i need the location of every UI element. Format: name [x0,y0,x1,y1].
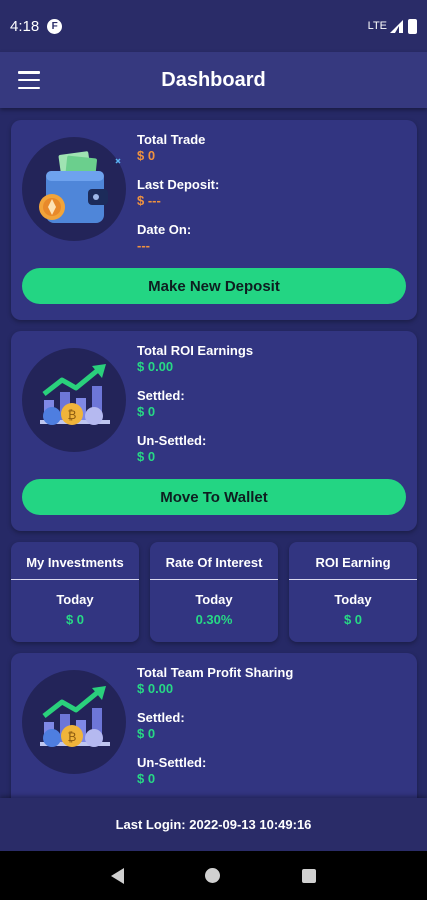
roi-title-label: Total ROI Earnings [137,343,254,358]
team-title-label: Total Team Profit Sharing [137,665,294,680]
team-unsettled-label: Un-Settled: [137,755,207,770]
battery-icon [408,18,417,34]
date-on-value: --- [137,238,150,253]
team-title-value: $ 0.00 [137,681,174,696]
total-trade-value: $ 0 [137,148,156,163]
dashboard-content[interactable]: Total Trade $ 0 Last Deposit: $ --- Date… [0,108,427,798]
notification-icon: F [47,18,63,34]
status-bar: 4:18 F LTE [0,0,427,52]
svg-text:₿: ₿ [68,730,77,744]
team-unsettled-value: $ 0 [137,771,156,786]
roi-unsettled-value: $ 0 [137,449,156,464]
last-deposit-label: Last Deposit: [137,177,220,192]
date-on-label: Date On: [137,222,192,237]
back-icon[interactable] [110,867,124,884]
last-login-footer: Last Login: 2022-09-13 10:49:16 [0,798,427,851]
home-icon[interactable] [205,868,221,883]
growth-chart-icon: ₿ [22,348,126,452]
roi-unsettled-label: Un-Settled: [137,433,207,448]
stat-roi-earning: ROI Earning Today $ 0 [289,542,417,642]
roi-earnings-card: ₿ Total ROI Earnings $ 0.00 Settled: $ 0… [11,331,417,531]
last-deposit-value: $ --- [137,193,161,208]
status-time: 4:18 [10,17,40,35]
stat-title: My Investments [11,542,139,580]
team-info: Total Team Profit Sharing $ 0.00 Settled… [137,665,293,798]
trade-info: Total Trade $ 0 Last Deposit: $ --- Date… [137,132,219,267]
stat-subtitle: Today [334,592,372,607]
make-new-deposit-button[interactable]: Make New Deposit [22,268,406,304]
team-profit-card: ₿ Total Team Profit Sharing $ 0.00 Settl… [11,653,417,798]
stat-subtitle: Today [56,592,94,607]
team-settled-value: $ 0 [137,726,156,741]
stat-my-investments: My Investments Today $ 0 [11,542,139,642]
stat-value: $ 0 [65,612,85,627]
page-title: Dashboard [161,68,266,91]
roi-settled-label: Settled: [137,388,185,403]
stat-title: ROI Earning [289,542,417,580]
growth-chart-icon: ₿ [22,670,126,774]
hamburger-menu-icon[interactable] [18,71,40,89]
stat-value: $ 0 [343,612,363,627]
last-login-text: Last Login: 2022-09-13 10:49:16 [115,817,312,832]
stat-value: 0.30% [195,612,233,627]
stat-title: Rate Of Interest [150,542,278,580]
system-nav-bar [0,851,427,900]
stat-rate-of-interest: Rate Of Interest Today 0.30% [150,542,278,642]
roi-info: Total ROI Earnings $ 0.00 Settled: $ 0 U… [137,343,253,478]
signal-icon [390,19,403,33]
svg-text:₿: ₿ [68,408,77,422]
status-indicators: LTE [367,18,417,34]
app-bar: Dashboard [0,52,427,108]
stat-subtitle: Today [195,592,233,607]
recents-icon[interactable] [302,868,317,883]
wallet-icon [22,137,126,241]
trade-summary-card: Total Trade $ 0 Last Deposit: $ --- Date… [11,120,417,320]
roi-title-value: $ 0.00 [137,359,174,374]
network-type: LTE [367,20,387,32]
move-to-wallet-button[interactable]: Move To Wallet [22,479,406,515]
team-settled-label: Settled: [137,710,185,725]
roi-settled-value: $ 0 [137,404,156,419]
total-trade-label: Total Trade [137,132,206,147]
